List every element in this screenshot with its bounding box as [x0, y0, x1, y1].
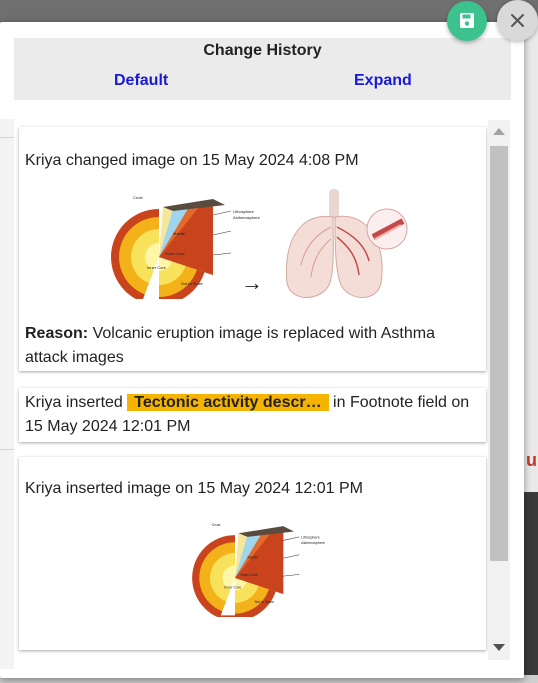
svg-text:Asthenosphere: Asthenosphere	[233, 215, 261, 220]
svg-text:Mantle: Mantle	[173, 231, 186, 236]
svg-text:Not to Scale: Not to Scale	[255, 600, 274, 604]
scrollbar-thumb[interactable]	[490, 146, 508, 561]
reason-label: Reason:	[25, 325, 89, 342]
save-icon	[460, 13, 474, 28]
background-text-fragment: u	[526, 450, 537, 470]
entry-prefix: Kriya inserted	[25, 394, 128, 411]
close-button[interactable]	[497, 0, 538, 41]
inserted-text-highlight: Tectonic activity descr…	[127, 394, 329, 411]
entry-reason: Reason: Volcanic eruption image is repla…	[25, 322, 475, 370]
history-entry-image-changed[interactable]: Kriya changed image on 15 May 2024 4:08 …	[19, 127, 486, 371]
divider	[0, 449, 14, 450]
background-right: u	[524, 22, 538, 683]
change-history-popup: Change History Default Expand Kriya chan…	[0, 22, 524, 678]
scroll-down-icon[interactable]	[493, 644, 505, 651]
history-entry-footnote-inserted[interactable]: Kriya inserted Tectonic activity descr… …	[19, 388, 486, 442]
svg-text:Inner Core: Inner Core	[224, 586, 241, 590]
svg-text:Crust: Crust	[133, 195, 143, 200]
entry-text: Kriya inserted Tectonic activity descr… …	[25, 391, 480, 439]
entry-text: Kriya inserted image on 15 May 2024 12:0…	[25, 480, 363, 497]
svg-text:Crust: Crust	[212, 523, 221, 527]
vertical-scrollbar[interactable]	[488, 120, 510, 660]
svg-text:Not to Scale: Not to Scale	[181, 281, 204, 286]
popup-title: Change History	[203, 42, 322, 59]
divider	[0, 137, 14, 138]
save-button[interactable]	[447, 1, 487, 41]
svg-text:Lithosphere: Lithosphere	[233, 209, 255, 214]
entry-text: Kriya changed image on 15 May 2024 4:08 …	[25, 152, 359, 169]
history-list[interactable]: Kriya changed image on 15 May 2024 4:08 …	[14, 120, 511, 662]
svg-text:Inner Core: Inner Core	[147, 265, 167, 270]
history-entry-image-inserted[interactable]: Kriya inserted image on 15 May 2024 12:0…	[19, 457, 486, 650]
close-icon	[511, 14, 524, 27]
svg-text:Lithosphere: Lithosphere	[301, 536, 320, 540]
background-dark-region	[524, 492, 538, 683]
asthma-lungs-image	[285, 189, 408, 298]
arrow-right-icon: →	[241, 270, 263, 295]
svg-text:Outer Core: Outer Core	[165, 251, 186, 256]
svg-text:Mantle: Mantle	[248, 555, 259, 559]
scroll-up-icon[interactable]	[493, 128, 505, 135]
earth-layers-image: Lithosphere Asthenosphere Crust Mantle O…	[192, 523, 325, 617]
default-link[interactable]: Default	[114, 72, 168, 90]
svg-text:Outer Core: Outer Core	[240, 573, 258, 577]
left-strip	[0, 119, 14, 669]
svg-text:Asthenosphere: Asthenosphere	[301, 541, 325, 545]
expand-link[interactable]: Expand	[354, 72, 412, 90]
change-history-header: Change History Default Expand	[14, 38, 511, 100]
